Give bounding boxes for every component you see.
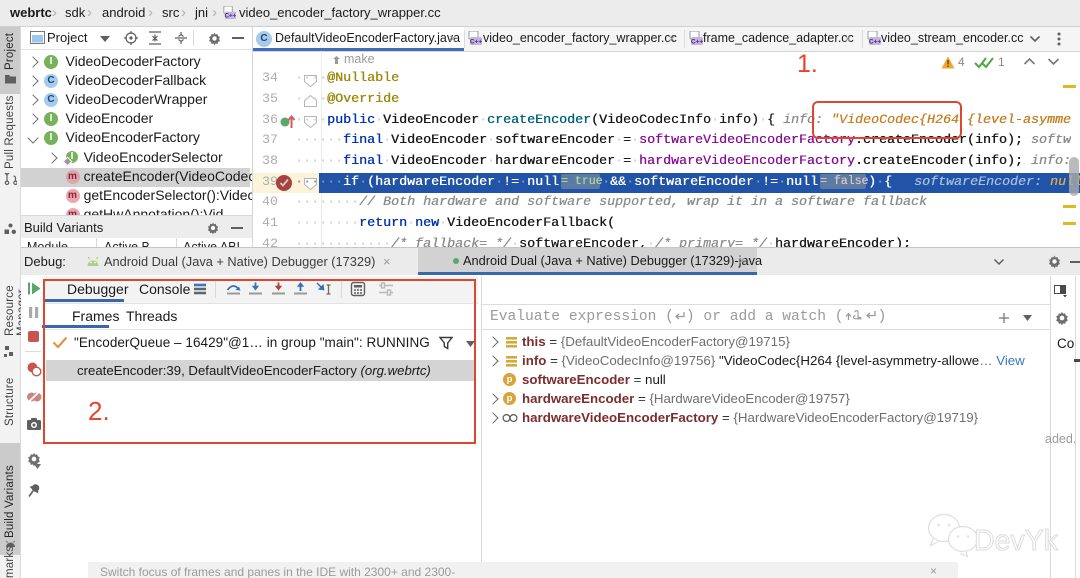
svg-text:C++: C++ (869, 39, 881, 46)
svg-text:C++: C++ (691, 39, 703, 46)
svg-text:DevYk: DevYk (974, 525, 1059, 557)
svg-text:C++: C++ (225, 14, 236, 20)
svg-text:C++: C++ (470, 39, 482, 46)
